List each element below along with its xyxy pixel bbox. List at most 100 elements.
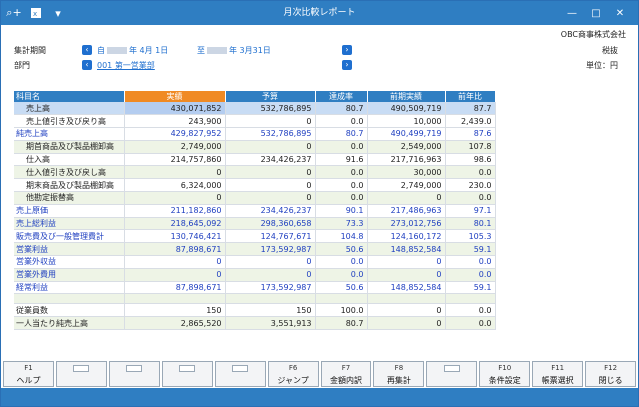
table-row[interactable]: 期末商品及び製品棚卸高 6,324,000 0 0.0 2,749,000 230.0 [14, 178, 496, 193]
value-cell: 87,898,671 [124, 242, 226, 257]
search-plus-icon[interactable]: ⌕+ [5, 4, 23, 22]
value-cell: 0.0 [445, 165, 496, 180]
dept-value[interactable]: 001 第一営業部 [97, 60, 155, 71]
value-cell: 0 [367, 255, 446, 269]
value-cell [367, 293, 446, 305]
value-cell: 148,852,584 [367, 242, 446, 257]
empty-key-icon [179, 365, 196, 372]
table-row[interactable]: 営業外収益 0 0 0.0 0 0.0 [14, 255, 496, 269]
function-key-label: 条件設定 [488, 376, 521, 385]
value-cell: 0 [367, 268, 446, 282]
dept-prev-icon[interactable]: ‹ [82, 60, 92, 70]
table-row[interactable]: 期首商品及び製品棚卸高 2,749,000 0 0.0 2,549,000 107.8 [14, 140, 496, 154]
function-key-button[interactable]: F8 再集計 [373, 361, 425, 387]
table-row[interactable]: 売上総利益 218,645,092 298,360,658 73.3 273,012,7… [14, 217, 496, 231]
function-key-button[interactable]: F6 ジャンプ [267, 361, 319, 387]
value-cell: 0 [225, 165, 316, 180]
function-key-button[interactable]: F10 条件設定 [479, 361, 531, 387]
value-cell: 0.0 [315, 165, 368, 180]
maximize-icon[interactable]: □ [584, 3, 608, 23]
value-cell: 0.0 [445, 303, 496, 318]
table-row[interactable]: 一人当たり純売上高 2,865,520 3,551,913 80.7 0 0.0 [14, 316, 496, 331]
table-row[interactable]: 仕入高 214,757,860 234,426,237 91.6 217,716,963… [14, 153, 496, 167]
dept-label: 部門 [14, 61, 30, 70]
company-name: OBC商事株式会社 [560, 30, 626, 39]
value-cell: 124,767,671 [225, 229, 316, 244]
value-cell: 87,898,671 [124, 281, 226, 295]
account-name-cell: 営業外費用 [14, 268, 125, 282]
value-cell: 90.1 [315, 204, 368, 218]
period-to[interactable]: 至年 3月31日 [197, 45, 271, 56]
function-key-number: F11 [551, 364, 565, 372]
column-header[interactable]: 科目名 [14, 91, 125, 102]
value-cell: 234,426,237 [225, 204, 316, 218]
function-key-number: F1 [24, 364, 33, 372]
value-cell: 0 [367, 316, 446, 331]
value-cell: 298,360,658 [225, 217, 316, 231]
period-from[interactable]: 自年 4月 1日 [97, 45, 168, 56]
value-cell: 0.0 [445, 316, 496, 331]
function-key-number: F8 [394, 364, 404, 372]
column-header[interactable]: 実績 [124, 91, 226, 102]
function-key-button[interactable] [108, 361, 160, 387]
function-key-button[interactable] [161, 361, 213, 387]
table-row[interactable]: 経常利益 87,898,671 173,592,987 50.6 148,852,584… [14, 281, 496, 295]
table-row[interactable] [14, 293, 496, 305]
function-key-button[interactable] [214, 361, 266, 387]
value-cell: 73.3 [315, 217, 368, 231]
minimize-icon[interactable]: — [560, 3, 584, 23]
table-row[interactable]: 従業員数 150 150 100.0 0 0.0 [14, 303, 496, 318]
function-key-button[interactable] [426, 361, 478, 387]
value-cell: 234,426,237 [225, 153, 316, 167]
column-header[interactable]: 前年比 [445, 91, 496, 102]
table-row[interactable]: 営業外費用 0 0 0.0 0 0.0 [14, 268, 496, 282]
function-key-button[interactable]: F1 ヘルプ [3, 361, 54, 387]
table-row[interactable]: 営業利益 87,898,671 173,592,987 50.6 148,852,584… [14, 242, 496, 257]
table-row[interactable]: 売上高 430,071,852 532,786,895 80.7 490,509,719… [14, 102, 496, 116]
account-name-cell: 売上原価 [14, 204, 125, 218]
value-cell: 490,509,719 [367, 102, 446, 116]
value-cell: 217,716,963 [367, 153, 446, 167]
column-header[interactable]: 予算 [225, 91, 316, 102]
value-cell: 124,160,172 [367, 229, 446, 244]
function-key-button[interactable]: F12 閉じる [585, 361, 637, 387]
account-name-cell: 従業員数 [14, 303, 125, 318]
value-cell: 150 [124, 303, 226, 318]
table-row[interactable]: 販売費及び一般管理費計 130,746,421 124,767,671 104.8 12… [14, 229, 496, 244]
table-row[interactable]: 売上値引き及び戻り高 243,900 0 0.0 10,000 2,439.0 [14, 114, 496, 129]
value-cell: 0.0 [315, 178, 368, 193]
dropdown-icon[interactable]: ▾ [49, 4, 67, 22]
value-cell: 0.0 [315, 191, 368, 205]
table-row[interactable]: 純売上高 429,827,952 532,786,895 80.7 490,499,71… [14, 127, 496, 141]
function-key-button[interactable]: F7 金額内訳 [320, 361, 372, 387]
account-name-cell [14, 293, 125, 305]
value-cell: 0.0 [315, 268, 368, 282]
dept-next-icon[interactable]: › [342, 60, 352, 70]
value-cell: 429,827,952 [124, 127, 226, 141]
table-row[interactable]: 仕入値引き及び戻し高 0 0 0.0 30,000 0.0 [14, 165, 496, 180]
value-cell: 0 [124, 165, 226, 180]
empty-key-icon [443, 365, 460, 372]
value-cell: 0 [367, 303, 446, 318]
value-cell: 150 [225, 303, 316, 318]
period-prev-icon[interactable]: ‹ [82, 45, 92, 55]
function-key-button[interactable]: F11 帳票選択 [532, 361, 584, 387]
table-row[interactable]: 売上原価 211,182,860 234,426,237 90.1 217,486,96… [14, 204, 496, 218]
value-cell: 80.7 [315, 316, 368, 331]
value-cell: 0.0 [445, 255, 496, 269]
account-name-cell: 期末商品及び製品棚卸高 [14, 178, 125, 193]
value-cell: 59.1 [445, 281, 496, 295]
column-header[interactable]: 前期実績 [367, 91, 446, 102]
function-key-button[interactable] [55, 361, 107, 387]
excel-icon[interactable]: x [27, 4, 45, 22]
empty-key-icon [73, 365, 90, 372]
table-row[interactable]: 他勘定振替高 0 0 0.0 0 0.0 [14, 191, 496, 205]
period-next-icon[interactable]: › [342, 45, 352, 55]
value-cell: 10,000 [367, 114, 446, 129]
close-icon[interactable]: ✕ [608, 3, 632, 23]
column-header[interactable]: 達成率 [315, 91, 368, 102]
account-name-cell: 売上高 [14, 102, 125, 116]
account-name-cell: 営業外収益 [14, 255, 125, 269]
value-cell: 80.7 [315, 127, 368, 141]
function-key-number: F10 [498, 364, 512, 372]
